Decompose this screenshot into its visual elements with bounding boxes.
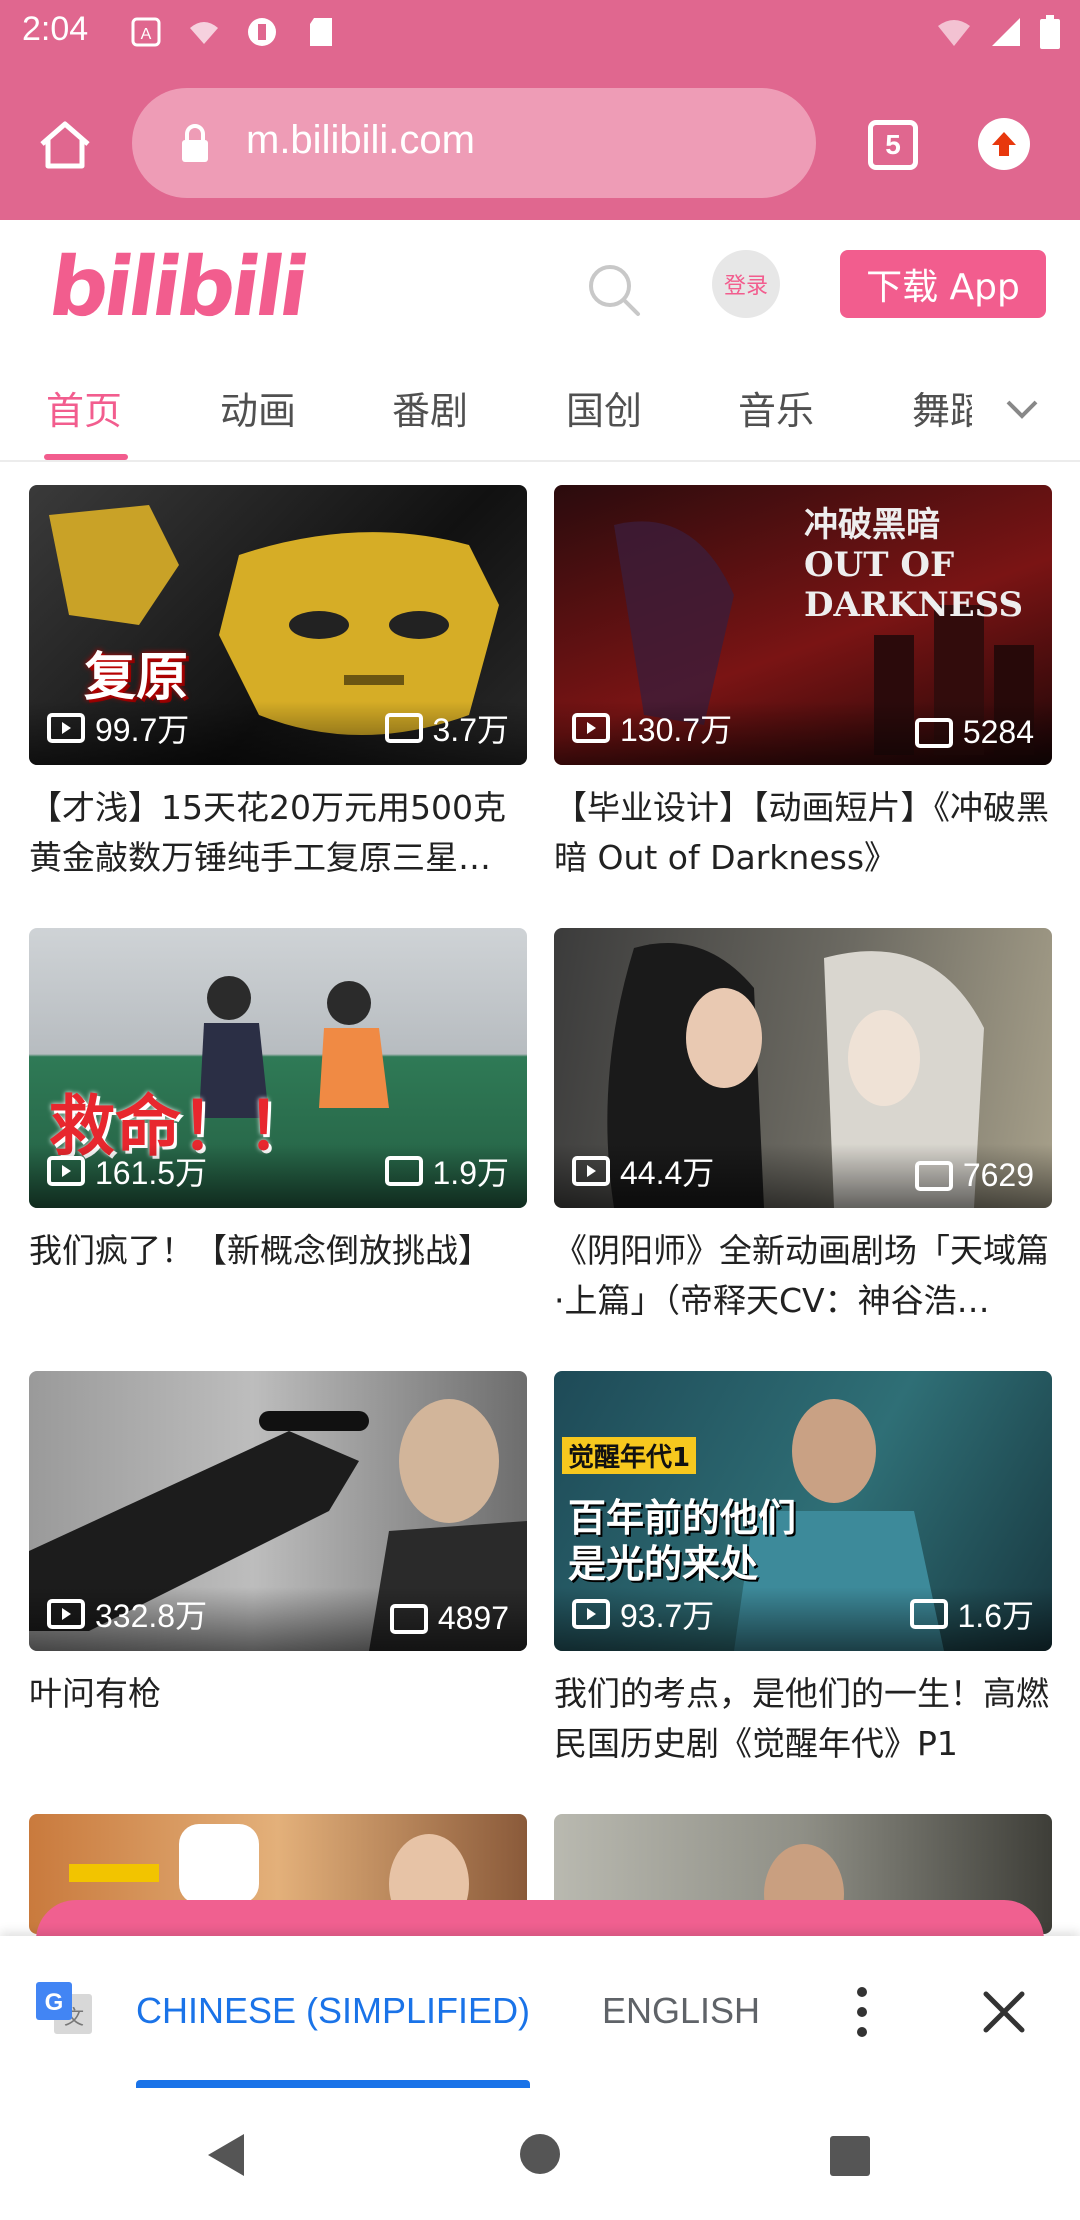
source-language-indicator [136, 2080, 530, 2088]
view-count: 99.7万 [47, 705, 189, 751]
source-language-tab[interactable]: CHINESE (SIMPLIFIED) [136, 1990, 530, 2032]
comment-count: 1.9万 [384, 1148, 509, 1194]
video-card[interactable]: 觉醒年代1 百年前的他们 是光的来处 93.7万 1.6万 我们的考点，是他们的… [554, 1371, 1052, 1769]
danmaku-icon [384, 713, 423, 743]
video-title[interactable]: 【毕业设计】【动画短片】《冲破黑暗 Out of Darkness》 [554, 783, 1052, 883]
danmaku-icon [389, 1603, 428, 1634]
more-options-icon[interactable] [842, 1982, 882, 2042]
comment-count: 1.6万 [909, 1591, 1034, 1637]
danmaku-icon [384, 1156, 423, 1186]
svg-text:G: G [45, 1989, 64, 2016]
update-button[interactable] [978, 118, 1030, 170]
video-card[interactable]: 332.8万 4897 叶问有枪 [29, 1371, 527, 1769]
tab-home[interactable]: 首页 [46, 380, 122, 435]
thumbnail-overlay-text: 冲破黑暗 OUT OF DARKNESS [804, 505, 1024, 625]
danmaku-icon [909, 1599, 948, 1629]
thumbnail-stats: 93.7万 1.6万 [554, 1587, 1052, 1651]
video-thumbnail[interactable]: 332.8万 4897 [29, 1371, 527, 1651]
play-icon [572, 1156, 610, 1186]
tab-music[interactable]: 音乐 [738, 380, 814, 435]
danmaku-icon [914, 1160, 953, 1191]
tab-switcher-button[interactable]: 5 [868, 120, 918, 170]
home-icon [40, 121, 90, 169]
video-thumbnail[interactable]: 44.4万 7629 [554, 928, 1052, 1208]
tab-guochuang[interactable]: 国创 [566, 380, 642, 435]
system-navigation-bar [0, 2088, 1080, 2220]
video-thumbnail[interactable]: 救命！！ 161.5万 1.9万 [29, 928, 527, 1208]
video-title[interactable]: 《阴阳师》全新动画剧场「天域篇·上篇」（帝释天CV：神谷浩… [554, 1226, 1052, 1326]
url-text: m.bilibili.com [246, 118, 475, 162]
bilibili-logo[interactable]: bilibili [43, 240, 310, 335]
view-count: 93.7万 [572, 1591, 714, 1637]
chevron-down-icon[interactable] [1002, 388, 1042, 428]
url-row: m.bilibili.com 5 [0, 88, 1080, 200]
video-title[interactable]: 【才浅】15天花20万元用500克黄金敲数万锤纯手工复原三星… [29, 783, 527, 883]
home-nav-icon[interactable] [520, 2134, 560, 2174]
tab-animation[interactable]: 动画 [220, 380, 296, 435]
site-header: bilibili 登录 下载 App [0, 220, 1080, 350]
google-translate-icon: 文 G [36, 1982, 92, 2034]
browser-chrome: 2:04 A m.bilibili.com 5 [0, 0, 1080, 220]
tab-dance[interactable]: 舞蹈 [912, 380, 972, 435]
play-icon [47, 713, 85, 743]
a-notification-icon: A [131, 17, 161, 47]
lock-icon [182, 124, 208, 162]
status-time: 2:04 [22, 10, 89, 48]
play-icon [572, 713, 610, 743]
comment-count: 5284 [914, 714, 1034, 751]
thumbnail-stats: 332.8万 4897 [29, 1587, 527, 1651]
update-arrow-icon [992, 132, 1016, 156]
thumbnail-stats: 130.7万 5284 [554, 701, 1052, 765]
video-card[interactable]: 冲破黑暗 OUT OF DARKNESS 130.7万 5284 【毕业设计】【… [554, 485, 1052, 883]
signal-icon [992, 18, 1020, 46]
play-icon [572, 1599, 610, 1629]
comment-count: 7629 [914, 1157, 1034, 1194]
active-tab-indicator [44, 454, 128, 460]
view-count: 161.5万 [47, 1148, 207, 1194]
search-icon[interactable] [586, 262, 642, 318]
view-count: 332.8万 [47, 1591, 207, 1637]
thumbnail-stats: 99.7万 3.7万 [29, 701, 527, 765]
login-button[interactable]: 登录 [712, 250, 780, 318]
status-bar: 2:04 A [0, 0, 1080, 66]
download-app-button[interactable]: 下载 App [840, 250, 1046, 318]
recents-icon[interactable] [830, 2136, 870, 2176]
svg-text:A: A [141, 26, 152, 43]
danmaku-icon [914, 717, 953, 748]
tab-bangumi[interactable]: 番剧 [392, 380, 468, 435]
thumbnail-stats: 161.5万 1.9万 [29, 1144, 527, 1208]
wifi-question-icon [190, 22, 218, 44]
video-card[interactable]: 救命！！ 161.5万 1.9万 我们疯了！【新概念倒放挑战】 [29, 928, 527, 1326]
comment-count: 3.7万 [384, 705, 509, 751]
back-icon[interactable] [204, 2132, 248, 2178]
thumbnail-stats: 44.4万 7629 [554, 1144, 1052, 1208]
translate-bar: 文 G CHINESE (SIMPLIFIED) ENGLISH [0, 1936, 1080, 2088]
app-notification-icon [248, 18, 276, 46]
wifi-off-icon [938, 20, 970, 46]
address-bar[interactable]: m.bilibili.com [132, 88, 816, 198]
play-icon [47, 1599, 85, 1629]
video-card[interactable]: 44.4万 7629 《阴阳师》全新动画剧场「天域篇·上篇」（帝释天CV：神谷浩… [554, 928, 1052, 1326]
video-title[interactable]: 叶问有枪 [29, 1669, 527, 1769]
category-nav: 首页 动画 番剧 国创 音乐 舞蹈 [0, 350, 1080, 462]
view-count: 44.4万 [572, 1148, 714, 1194]
thumbnail-overlay-text: 百年前的他们 是光的来处 [568, 1496, 797, 1586]
video-card[interactable]: 复原 99.7万 3.7万 【才浅】15天花20万元用500克黄金敲数万锤纯手工… [29, 485, 527, 883]
target-language-tab[interactable]: ENGLISH [602, 1990, 760, 2032]
home-button[interactable] [30, 110, 100, 180]
sd-card-icon [310, 18, 332, 46]
battery-icon [1040, 15, 1060, 49]
video-thumbnail[interactable]: 觉醒年代1 百年前的他们 是光的来处 93.7万 1.6万 [554, 1371, 1052, 1651]
video-title[interactable]: 我们疯了！【新概念倒放挑战】 [29, 1226, 527, 1326]
thumbnail-overlay-text: 复原 [84, 648, 189, 708]
video-thumbnail[interactable]: 复原 99.7万 3.7万 [29, 485, 527, 765]
comment-count: 4897 [389, 1600, 509, 1637]
status-right-icons [936, 14, 1060, 50]
video-title[interactable]: 我们的考点，是他们的一生！高燃民国历史剧《觉醒年代》P1 [554, 1669, 1052, 1769]
play-icon [47, 1156, 85, 1186]
close-icon[interactable] [978, 1986, 1030, 2038]
view-count: 130.7万 [572, 705, 732, 751]
thumbnail-tag: 觉醒年代1 [562, 1437, 697, 1474]
video-thumbnail[interactable]: 冲破黑暗 OUT OF DARKNESS 130.7万 5284 [554, 485, 1052, 765]
